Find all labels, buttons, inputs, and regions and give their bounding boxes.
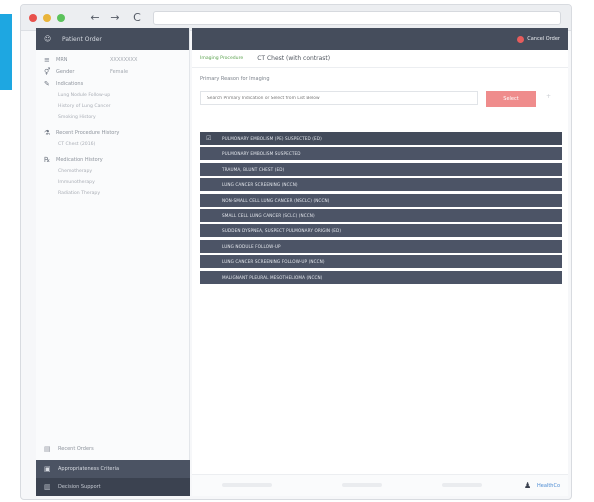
- indication-item: Smoking History: [58, 115, 96, 120]
- person-icon: ♟: [524, 481, 532, 490]
- brand-logo: ♟ HealthCo: [524, 481, 560, 491]
- cancel-order-button[interactable]: Cancel Order: [517, 34, 560, 44]
- breadcrumb-link[interactable]: Imaging Procedure: [200, 56, 243, 61]
- accent-bar: [0, 14, 12, 90]
- indication-option[interactable]: TRAUMA, BLUNT CHEST (ED): [200, 162, 562, 176]
- indication-option[interactable]: MALIGNANT PLEURAL MESOTHELIOMA (NCCN): [200, 270, 562, 284]
- procedures-label: Recent Procedure History: [56, 130, 120, 136]
- main-footer: ♟ HealthCo: [192, 474, 568, 496]
- sidebar-item-appropriateness[interactable]: ▣ Appropriateness Criteria: [36, 460, 190, 478]
- sidebar-item-recent-orders[interactable]: ▤ Recent Orders: [36, 442, 190, 456]
- indication-option-label: LUNG CANCER SCREENING (NCCN): [222, 182, 298, 188]
- add-icon[interactable]: +: [546, 93, 551, 100]
- flask-icon: ⚗: [44, 129, 51, 137]
- pencil-icon: ✎: [44, 80, 50, 88]
- clipboard-icon: ▣: [44, 465, 51, 473]
- patient-icon: ☺: [44, 35, 52, 43]
- recent-orders-label: Recent Orders: [58, 446, 94, 452]
- indication-option[interactable]: SMALL CELL LUNG CANCER (SCLC) (NCCN): [200, 208, 562, 222]
- gender-label: Gender: [56, 69, 75, 75]
- sidebar-row-mrn: ≡ MRN XXXXXXXX: [36, 54, 189, 66]
- indication-option-label: SMALL CELL LUNG CANCER (SCLC) (NCCN): [222, 212, 315, 218]
- footer-placeholder: [342, 483, 382, 487]
- indication-option-label: SUDDEN DYSPNEA, SUSPECT PULMONARY ORIGIN…: [222, 228, 342, 234]
- footer-placeholder: [222, 483, 272, 487]
- indication-option-label: LUNG CANCER SCREENING FOLLOW-UP (NCCN): [222, 259, 325, 265]
- indication-option[interactable]: LUNG CANCER SCREENING FOLLOW-UP (NCCN): [200, 255, 562, 269]
- indication-option-label: TRAUMA, BLUNT CHEST (ED): [222, 166, 285, 172]
- mrn-value: XXXXXXXX: [110, 57, 138, 63]
- indication-item: Lung Nodule Follow-up: [58, 93, 111, 98]
- select-button[interactable]: Select: [486, 91, 536, 107]
- indication-option[interactable]: SUDDEN DYSPNEA, SUSPECT PULMONARY ORIGIN…: [200, 224, 562, 238]
- sidebar-header-title: Patient Order: [62, 35, 102, 43]
- reason-search-row: Select +: [200, 87, 560, 109]
- gender-icon: ⚥: [44, 68, 51, 76]
- sidebar-row-medications: ℞ Medication History: [36, 154, 189, 166]
- indication-option[interactable]: ☑ PULMONARY EMBOLISM (PE) SUSPECTED (ED): [200, 132, 562, 145]
- reload-icon[interactable]: C: [129, 11, 145, 25]
- indication-option[interactable]: LUNG CANCER SCREENING (NCCN): [200, 178, 562, 192]
- breadcrumb: Imaging Procedure CT Chest (with contras…: [192, 50, 568, 68]
- sidebar-row-gender: ⚥ Gender Female: [36, 66, 189, 78]
- indications-label: Indications: [56, 81, 84, 87]
- indication-item: History of Lung Cancer: [58, 104, 111, 109]
- indication-list: ☑ PULMONARY EMBOLISM (PE) SUSPECTED (ED)…: [200, 132, 562, 286]
- medications-label: Medication History: [56, 157, 103, 163]
- patient-sidebar: ☺ Patient Order ≡ MRN XXXXXXXX ⚥ Gender …: [36, 28, 190, 496]
- sidebar-item-decision-support[interactable]: ▥ Decision Support: [36, 478, 190, 496]
- medication-item: Chemotherapy: [58, 169, 93, 174]
- address-bar[interactable]: [153, 11, 561, 25]
- cancel-dot-icon: [517, 35, 525, 43]
- footer-placeholder: [442, 483, 482, 487]
- forward-arrow-icon[interactable]: →: [107, 11, 123, 25]
- cancel-order-label: Cancel Order: [527, 36, 560, 42]
- gender-value: Female: [110, 69, 129, 75]
- indication-option-label: PULMONARY EMBOLISM SUSPECTED: [222, 151, 301, 157]
- indication-option-label: NON-SMALL CELL LUNG CANCER (NSCLC) (NCCN…: [222, 197, 330, 203]
- indication-option-label: LUNG NODULE FOLLOW-UP: [222, 243, 281, 249]
- reason-search-input[interactable]: [200, 91, 478, 105]
- prescription-icon: ℞: [44, 156, 51, 164]
- back-arrow-icon[interactable]: ←: [87, 11, 103, 25]
- decision-support-label: Decision Support: [58, 484, 101, 490]
- medication-item: Radiation Therapy: [58, 191, 101, 196]
- document-icon: ▥: [44, 483, 51, 491]
- page: ← → C ☺ Patient Order ≡ MRN XXXXXXXX ⚥ G…: [0, 0, 594, 502]
- medication-item: Immunotherapy: [58, 180, 95, 185]
- page-title: CT Chest (with contrast): [257, 55, 331, 62]
- sidebar-bottom-nav: ▤ Recent Orders ▣ Appropriateness Criter…: [36, 442, 190, 496]
- indication-option-label: MALIGNANT PLEURAL MESOTHELIOMA (NCCN): [222, 274, 323, 280]
- sidebar-header: ☺ Patient Order: [36, 28, 189, 50]
- brand-name: HealthCo: [537, 483, 560, 489]
- id-card-icon: ≡: [44, 56, 50, 64]
- indication-option[interactable]: LUNG NODULE FOLLOW-UP: [200, 239, 562, 253]
- minimize-window-icon[interactable]: [43, 14, 51, 22]
- maximize-window-icon[interactable]: [57, 14, 65, 22]
- sidebar-row-procedures: ⚗ Recent Procedure History: [36, 127, 189, 139]
- indication-option[interactable]: NON-SMALL CELL LUNG CANCER (NSCLC) (NCCN…: [200, 193, 562, 207]
- appropriateness-label: Appropriateness Criteria: [58, 466, 120, 472]
- reason-label: Primary Reason for Imaging: [200, 76, 270, 82]
- indication-option-label: PULMONARY EMBOLISM (PE) SUSPECTED (ED): [222, 136, 322, 141]
- check-square-icon[interactable]: ☑: [206, 135, 216, 142]
- main-top-bar: Cancel Order: [192, 28, 568, 50]
- chart-icon: ▤: [44, 445, 51, 453]
- close-window-icon[interactable]: [29, 14, 37, 22]
- mrn-label: MRN: [56, 57, 68, 63]
- main-panel: Cancel Order Imaging Procedure CT Chest …: [192, 28, 568, 496]
- sidebar-row-indications: ✎ Indications: [36, 78, 189, 90]
- indication-option[interactable]: PULMONARY EMBOLISM SUSPECTED: [200, 147, 562, 161]
- procedure-item: CT Chest (2016): [58, 142, 96, 147]
